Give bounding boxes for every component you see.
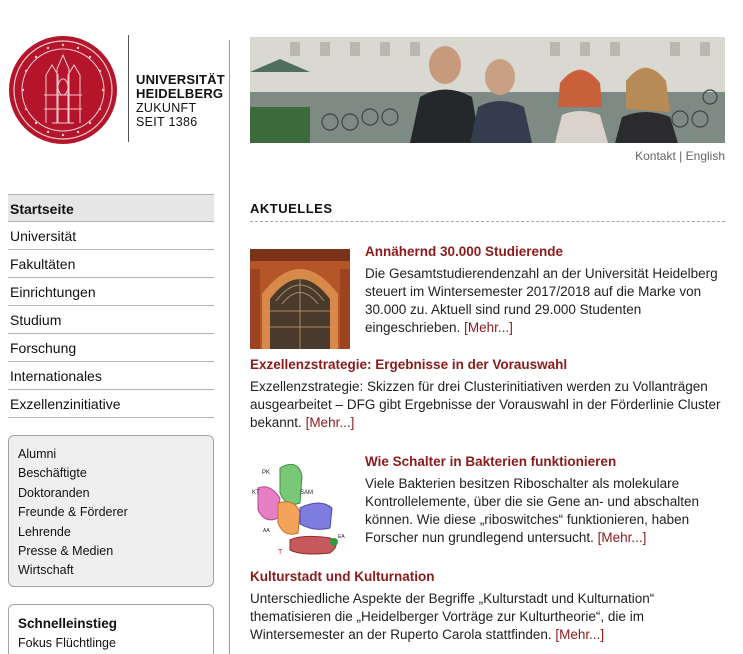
university-name: UNIVERSITÄT HEIDELBERG [136, 73, 225, 101]
logo-line-1: UNIVERSITÄT [136, 72, 225, 87]
column-divider [229, 40, 230, 654]
news-body-3: Viele Bakterien besitzen Riboschalter al… [365, 476, 699, 545]
news-thumbnail-building[interactable] [250, 249, 350, 349]
nav-item-startseite[interactable]: Startseite [8, 194, 214, 222]
diagram-label-ea: EA [338, 534, 345, 540]
news-title-2[interactable]: Exzellenzstrategie: Ergebnisse in der Vo… [250, 356, 730, 374]
diagram-label-t: T [278, 549, 283, 556]
university-logo[interactable]: UNIVERSITÄT HEIDELBERG ZUKUNFT SEIT 1386 [8, 35, 225, 145]
subnav-item-presse-medien[interactable]: Presse & Medien [18, 542, 213, 561]
news-title-4[interactable]: Kulturstadt und Kulturnation [250, 568, 730, 586]
section-title-aktuelles: AKTUELLES [250, 201, 333, 216]
news-item-1: Annähernd 30.000 Studierende Die Gesamts… [365, 243, 735, 337]
logo-line-3: ZUKUNFT [136, 101, 197, 115]
diagram-label-kt: KT [252, 490, 260, 496]
logo-divider [128, 35, 129, 142]
subnav-item-lehrende[interactable]: Lehrende [18, 523, 213, 542]
subnav-item-alumni[interactable]: Alumni [18, 445, 213, 464]
nav-item-exzellenzinitiative[interactable]: Exzellenzinitiative [8, 390, 214, 418]
quick-access-title: Schnelleinstieg [18, 616, 118, 631]
nav-item-universitaet[interactable]: Universität [8, 222, 214, 250]
news-more-link-1[interactable]: [Mehr...] [464, 320, 513, 335]
quick-access-item-fokus[interactable]: Fokus Flüchtlinge [18, 633, 213, 653]
top-links: Kontakt | English [635, 149, 725, 163]
diagram-label-pk: PK [262, 470, 270, 476]
quick-access-box: Schnelleinstieg Fokus Flüchtlinge [8, 604, 214, 654]
nav-item-forschung[interactable]: Forschung [8, 334, 214, 362]
target-group-navigation: Alumni Beschäftigte Doktoranden Freunde … [8, 435, 214, 587]
news-body-1: Die Gesamtstudierendenzahl an der Univer… [365, 266, 718, 335]
logo-line-2: HEIDELBERG [136, 86, 224, 101]
news-more-link-2[interactable]: [Mehr...] [306, 415, 355, 430]
kontakt-link[interactable]: Kontakt [635, 149, 676, 163]
diagram-label-sam: SAM [300, 490, 313, 496]
news-item-3: Wie Schalter in Bakterien funktionieren … [365, 453, 735, 547]
main-navigation: Startseite Universität Fakultäten Einric… [8, 194, 214, 418]
top-links-separator: | [679, 149, 683, 163]
news-more-link-4[interactable]: [Mehr...] [555, 627, 604, 642]
section-divider [250, 221, 725, 222]
diagram-label-aa: AA [263, 528, 270, 534]
subnav-item-freunde-foerderer[interactable]: Freunde & Förderer [18, 503, 213, 522]
subnav-item-beschaeftigte[interactable]: Beschäftigte [18, 464, 213, 483]
news-item-2: Exzellenzstrategie: Ergebnisse in der Vo… [250, 356, 730, 432]
news-more-link-3[interactable]: [Mehr...] [598, 530, 647, 545]
header-banner-image [250, 37, 725, 143]
nav-item-einrichtungen[interactable]: Einrichtungen [8, 278, 214, 306]
logo-line-4: SEIT 1386 [136, 115, 198, 129]
nav-item-studium[interactable]: Studium [8, 306, 214, 334]
subnav-item-wirtschaft[interactable]: Wirtschaft [18, 561, 213, 580]
subnav-item-doktoranden[interactable]: Doktoranden [18, 484, 213, 503]
nav-item-internationales[interactable]: Internationales [8, 362, 214, 390]
news-thumbnail-riboswitch-diagram[interactable]: PK KT SAM AA EA T [250, 458, 350, 558]
nav-item-fakultaeten[interactable]: Fakultäten [8, 250, 214, 278]
news-title-3[interactable]: Wie Schalter in Bakterien funktionieren [365, 453, 735, 471]
english-link[interactable]: English [686, 149, 725, 163]
university-seal-icon [9, 36, 117, 144]
news-item-4: Kulturstadt und Kulturnation Unterschied… [250, 568, 730, 644]
news-title-1[interactable]: Annähernd 30.000 Studierende [365, 243, 735, 261]
university-tagline: ZUKUNFT SEIT 1386 [136, 101, 198, 129]
